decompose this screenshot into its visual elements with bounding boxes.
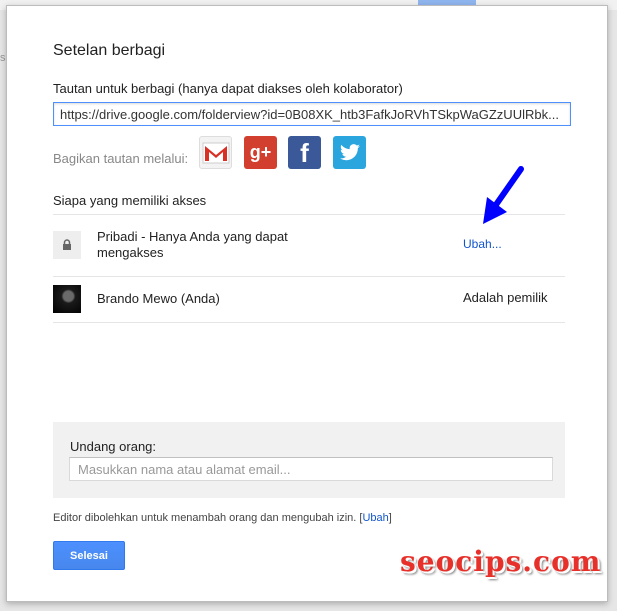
background-text: s	[0, 52, 6, 64]
avatar	[53, 285, 81, 313]
annotation-arrow-icon	[483, 166, 524, 224]
share-link-label: Tautan untuk berbagi (hanya dapat diakse…	[53, 81, 403, 96]
bracket: ]	[388, 512, 392, 524]
divider	[53, 322, 565, 323]
lock-icon	[53, 231, 81, 259]
access-section-title: Siapa yang memiliki akses	[53, 193, 207, 208]
done-button[interactable]: Selesai	[53, 541, 125, 570]
share-link-field[interactable]	[53, 102, 571, 126]
privacy-status: Pribadi - Hanya Anda yang dapat mengakse…	[97, 229, 288, 260]
watermark-logo: seocips.com	[400, 545, 602, 578]
editor-permission-note: Editor dibolehkan untuk menambah orang d…	[53, 512, 392, 524]
editor-permission-text: Editor dibolehkan untuk menambah orang d…	[53, 512, 357, 524]
owner-name: Brando Mewo (Anda)	[97, 291, 220, 306]
divider	[53, 276, 565, 277]
invite-panel: Undang orang:	[53, 422, 565, 498]
share-settings-dialog: Setelan berbagi Tautan untuk berbagi (ha…	[6, 5, 608, 602]
twitter-icon[interactable]	[333, 136, 366, 169]
gmail-icon[interactable]	[199, 136, 232, 169]
change-privacy-link[interactable]: Ubah...	[463, 237, 502, 251]
invite-email-field[interactable]	[69, 457, 553, 481]
change-permission-link[interactable]: Ubah	[362, 512, 388, 524]
owner-role: Adalah pemilik	[463, 290, 548, 305]
invite-label: Undang orang:	[70, 439, 157, 454]
facebook-icon[interactable]: f	[288, 136, 321, 169]
google-plus-icon[interactable]: g+	[244, 136, 277, 169]
share-via-label: Bagikan tautan melalui:	[53, 151, 189, 166]
dialog-title: Setelan berbagi	[53, 42, 166, 59]
